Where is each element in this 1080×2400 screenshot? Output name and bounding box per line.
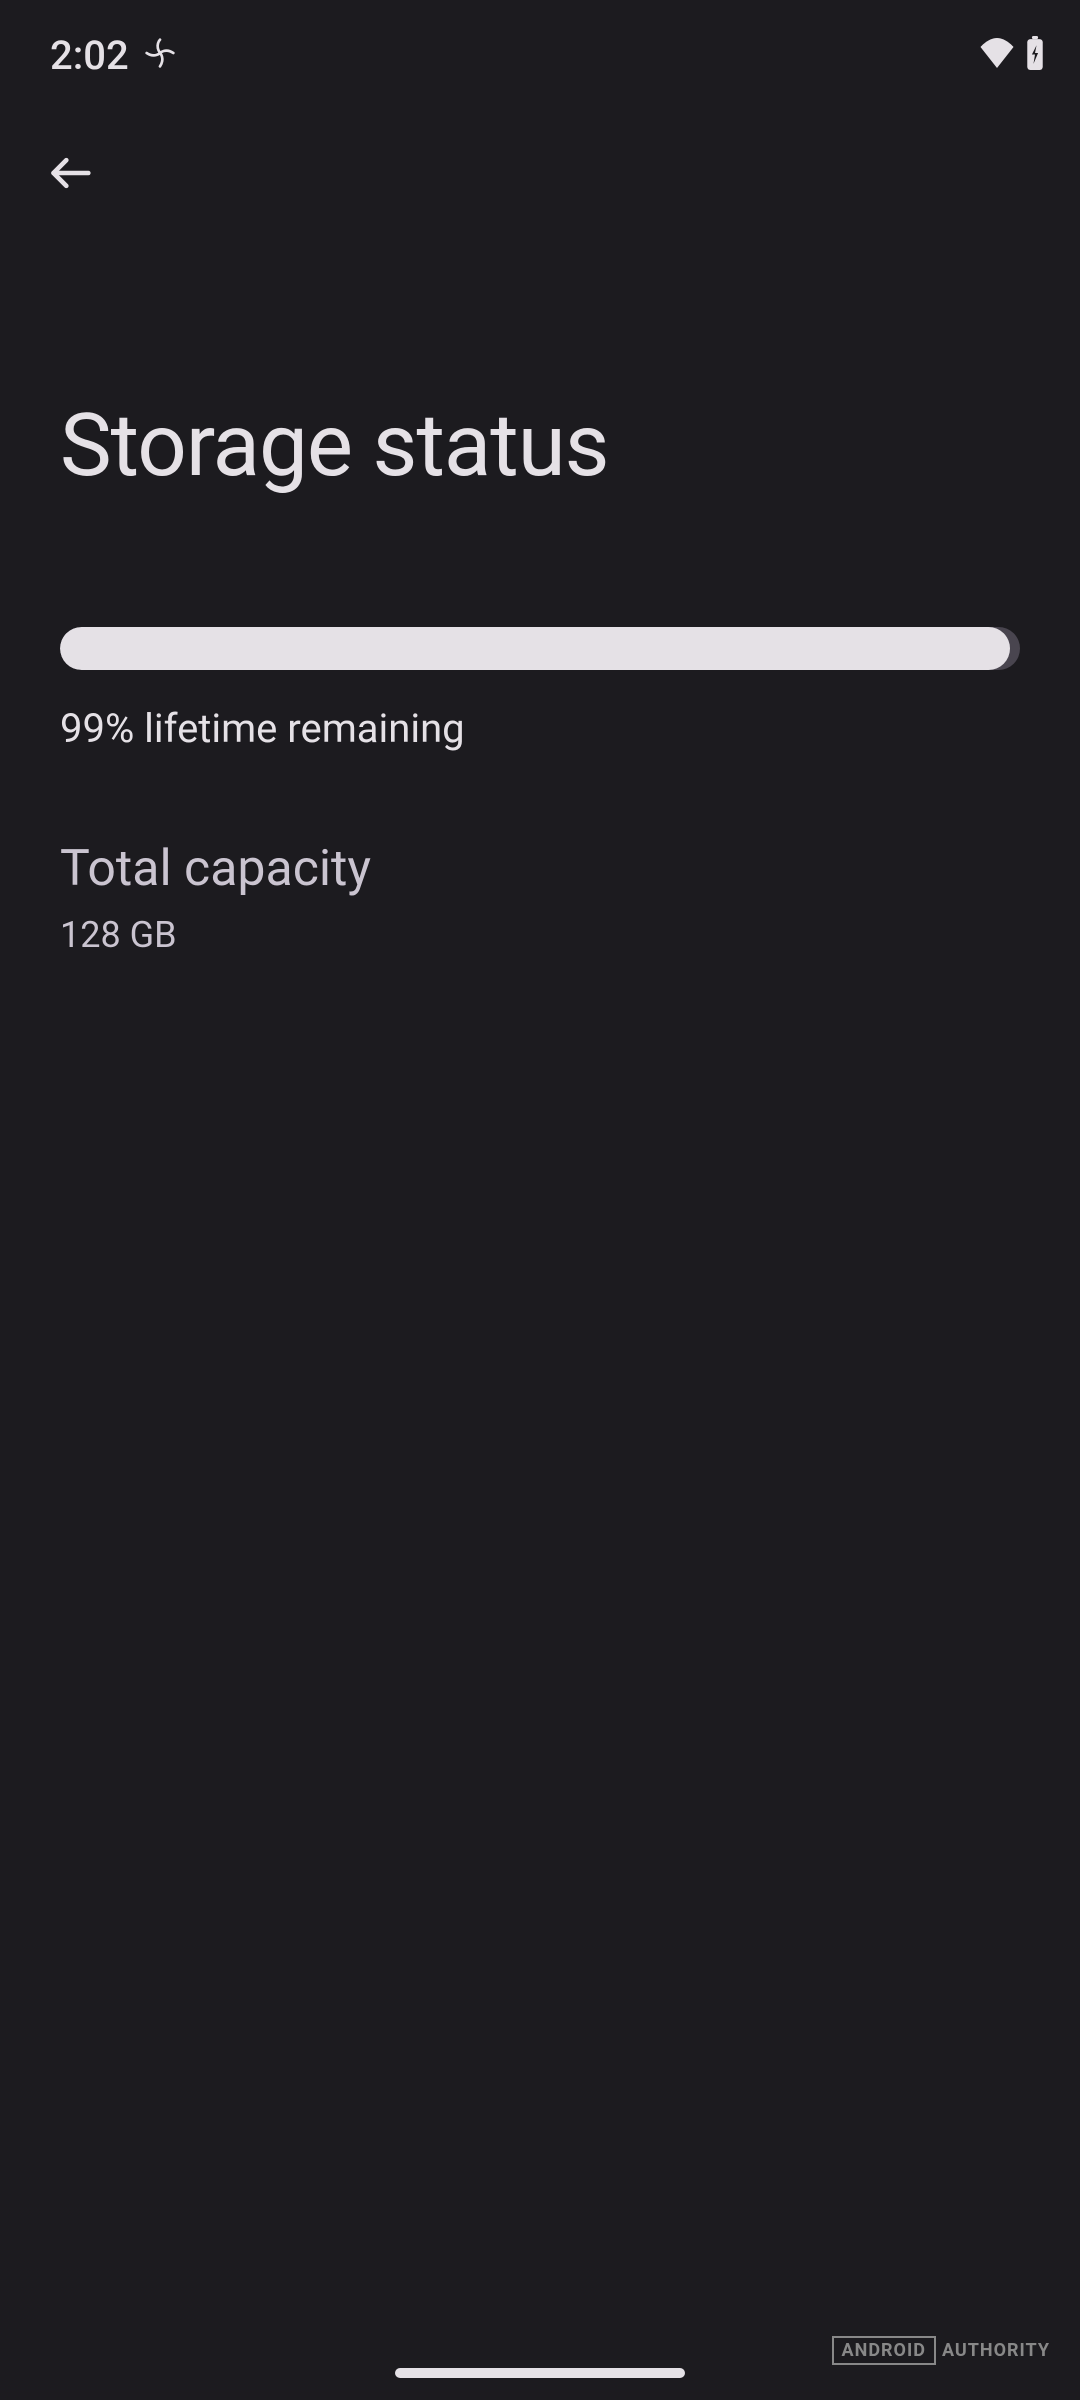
app-bar	[0, 90, 1080, 205]
progress-label: 99% lifetime remaining	[60, 705, 1020, 752]
capacity-label: Total capacity	[60, 840, 1020, 898]
status-time: 2:02	[50, 32, 129, 79]
arrow-back-icon	[48, 151, 92, 199]
back-button[interactable]	[40, 145, 100, 205]
pinwheel-icon	[144, 37, 176, 73]
status-bar-right	[979, 36, 1045, 74]
progress-bar-fill	[60, 627, 1010, 670]
status-bar: 2:02	[0, 0, 1080, 90]
watermark-text: AUTHORITY	[942, 2340, 1050, 2361]
watermark-box: ANDROID	[832, 2336, 936, 2365]
wifi-icon	[979, 38, 1015, 72]
capacity-value: 128 GB	[60, 914, 1020, 956]
status-bar-left: 2:02	[50, 32, 176, 79]
watermark: ANDROID AUTHORITY	[832, 2336, 1050, 2365]
total-capacity-section: Total capacity 128 GB	[0, 752, 1080, 956]
progress-bar	[60, 627, 1020, 670]
storage-lifetime-section: 99% lifetime remaining	[0, 497, 1080, 752]
battery-charging-icon	[1025, 36, 1045, 74]
navigation-bar-handle[interactable]	[395, 2368, 685, 2378]
page-title: Storage status	[0, 205, 1080, 497]
